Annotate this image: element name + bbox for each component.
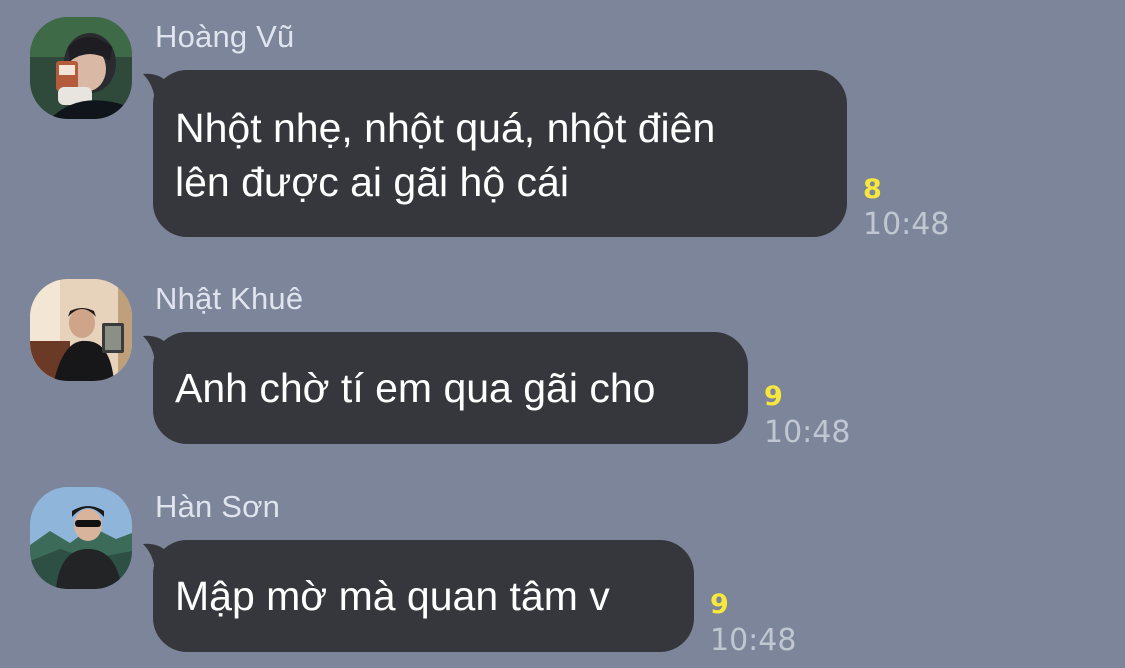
read-count-badge: 9 (764, 381, 783, 412)
message-bubble-wrapper: Anh chờ tí em qua gãi cho (143, 332, 748, 444)
sender-name: Hàn Sơn (155, 489, 281, 524)
message-bubble[interactable]: Anh chờ tí em qua gãi cho (153, 332, 748, 444)
message-text-line: Nhột nhẹ, nhột quá, nhột điên (175, 105, 716, 151)
avatar-hoang-vu[interactable] (30, 17, 132, 119)
message-timestamp: 10:48 (710, 623, 797, 658)
message-bubble-wrapper: Mập mờ mà quan tâm v (143, 540, 694, 652)
sender-name: Hoàng Vũ (155, 19, 295, 54)
avatar-photo-icon (30, 487, 132, 589)
message-text-line: Anh chờ tí em qua gãi cho (175, 365, 656, 411)
sender-name: Nhật Khuê (155, 281, 304, 316)
message-text-line: Mập mờ mà quan tâm v (175, 573, 610, 619)
message-timestamp: 10:48 (764, 415, 851, 450)
avatar-photo-icon (30, 17, 132, 119)
avatar-han-son[interactable] (30, 487, 132, 589)
message-bubble[interactable]: Mập mờ mà quan tâm v (153, 540, 694, 652)
read-count-badge: 9 (710, 589, 729, 620)
avatar-nhat-khue[interactable] (30, 279, 132, 381)
message-bubble-wrapper: Nhột nhẹ, nhột quá, nhột điên lên được a… (143, 70, 847, 237)
read-count-badge: 8 (863, 174, 882, 205)
message-text-line: lên được ai gãi hộ cái (175, 159, 569, 205)
message-bubble[interactable]: Nhột nhẹ, nhột quá, nhột điên lên được a… (153, 70, 847, 237)
chat-view: Hoàng Vũ Nhột nhẹ, nhột quá, nhột điên l… (0, 0, 1125, 668)
avatar-photo-icon (30, 279, 132, 381)
message-timestamp: 10:48 (863, 207, 950, 242)
